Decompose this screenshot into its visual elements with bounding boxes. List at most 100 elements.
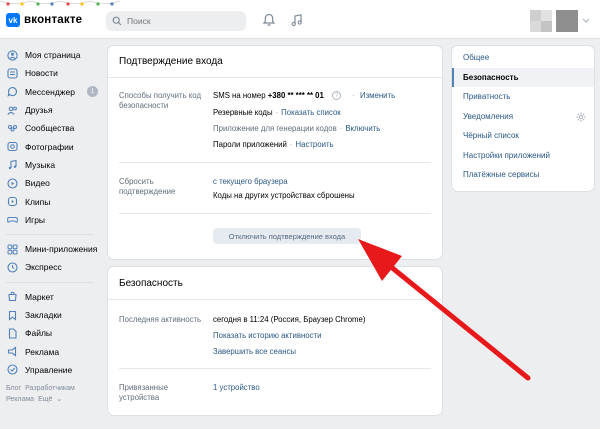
blurred-profile-image <box>530 10 552 32</box>
sms-row: SMS на номер +380 ** *** ** 01 ? · Измен… <box>213 91 395 101</box>
footer-link-ads[interactable]: Реклама <box>6 396 34 403</box>
sidebar-footer: Блог Разработчикам Реклама Ещё ⌄ <box>6 383 98 405</box>
sidebar-item-label: Реклама <box>25 346 60 357</box>
user-circle-icon <box>6 49 18 61</box>
gear-icon[interactable] <box>576 112 586 122</box>
card-divider <box>108 77 442 78</box>
sidebar-item-label: Фотографии <box>25 141 74 152</box>
show-list-link[interactable]: Показать список <box>281 108 341 117</box>
card-title: Безопасность <box>119 278 183 289</box>
settings-tab-notifications[interactable]: Уведомления <box>452 107 594 127</box>
settings-tab-privacy[interactable]: Приватность <box>452 87 594 107</box>
video-icon <box>6 177 18 189</box>
settings-tab-general[interactable]: Общее <box>452 48 594 68</box>
dot-separator: · <box>275 108 279 117</box>
sidebar-item-label: Сообщества <box>25 123 75 134</box>
disable-login-confirm-button[interactable]: Отключить подтверждение входа <box>213 228 361 244</box>
codes-reset-row: Коды на других устройствах сброшены <box>213 191 355 201</box>
friends-icon <box>6 104 18 116</box>
app-passwords-row: Пароли приложений · Настроить <box>213 140 334 150</box>
sidebar-item-photos[interactable]: Фотографии <box>6 137 98 155</box>
sidebar-item-label: Видео <box>25 178 50 189</box>
codes-reset-text: Коды на других устройствах сброшены <box>213 191 355 200</box>
from-browser-link[interactable]: с текущего браузера <box>213 177 288 186</box>
footer-link-blog[interactable]: Блог <box>6 385 21 392</box>
security-card: Безопасность Последняя активность сегодн… <box>108 267 442 415</box>
sidebar-item-label: Экспресс <box>25 262 62 273</box>
sms-number: +380 ** *** ** 01 <box>267 91 324 100</box>
configure-link[interactable]: Настроить <box>296 140 334 149</box>
unread-badge: 1 <box>87 86 98 98</box>
sidebar-divider <box>6 281 94 283</box>
chat-icon <box>6 86 18 98</box>
express-icon <box>6 261 18 273</box>
sidebar-item-clips[interactable]: Клипы <box>6 192 98 210</box>
backup-codes-text: Резервные коды <box>213 108 273 117</box>
music-note-icon[interactable] <box>290 13 304 27</box>
clips-icon <box>6 196 18 208</box>
sidebar-item-label: Маркет <box>25 291 54 302</box>
app-codes-row: Приложение для генерации кодов · Включить <box>213 124 380 134</box>
sidebar-item-music[interactable]: Музыка <box>6 156 98 174</box>
end-sessions-link[interactable]: Завершить все сеансы <box>213 347 296 357</box>
vk-logo[interactable]: vk вконтакте <box>6 13 82 27</box>
from-browser-row: с текущего браузера <box>213 177 288 187</box>
ads-icon <box>6 346 18 358</box>
chevron-down-icon[interactable] <box>582 18 590 24</box>
sidebar-item-label: Друзья <box>25 105 53 116</box>
change-link[interactable]: Изменить <box>360 91 395 100</box>
help-icon[interactable]: ? <box>332 91 342 101</box>
search-icon <box>112 16 122 26</box>
sidebar-item-express[interactable]: Экспресс <box>6 258 98 276</box>
sidebar-item-files[interactable]: Файлы <box>6 324 98 342</box>
sidebar-item-my-page[interactable]: Моя страница <box>6 46 98 64</box>
sidebar-item-games[interactable]: Игры <box>6 211 98 229</box>
sidebar-item-bookmarks[interactable]: Закладки <box>6 306 98 324</box>
bell-icon[interactable] <box>262 13 276 27</box>
sidebar-item-groups[interactable]: Сообщества <box>6 119 98 137</box>
sidebar-item-ads[interactable]: Реклама <box>6 342 98 360</box>
sidebar-item-news[interactable]: Новости <box>6 64 98 82</box>
sidebar-item-label: Новости <box>25 68 58 79</box>
menu-item-label: Настройки приложений <box>463 150 550 160</box>
settings-tab-app-settings[interactable]: Настройки приложений <box>452 146 594 166</box>
menu-item-label: Приватность <box>463 92 511 102</box>
sidebar-item-mini-apps[interactable]: Мини-приложения <box>6 240 98 258</box>
market-icon <box>6 291 18 303</box>
card-title: Подтверждение входа <box>119 56 223 67</box>
sidebar-item-label: Мессенджер <box>25 86 75 97</box>
groups-icon <box>6 122 18 134</box>
sidebar-item-friends[interactable]: Друзья <box>6 101 98 119</box>
left-sidebar: Моя страница Новости Мессенджер 1 Друзья… <box>6 46 98 405</box>
search-input[interactable] <box>127 16 227 26</box>
sidebar-item-label: Файлы <box>25 328 53 339</box>
dot-separator: · <box>339 124 343 133</box>
devices-label: Привязанные устройства <box>119 383 169 402</box>
apps-icon <box>6 243 18 255</box>
top-header: vk вконтакте <box>0 0 600 39</box>
settings-tab-security[interactable]: Безопасность <box>452 67 594 87</box>
dot-separator: · <box>289 140 293 149</box>
sidebar-item-label: Закладки <box>25 310 62 320</box>
sidebar-item-messenger[interactable]: Мессенджер 1 <box>6 83 98 101</box>
footer-link-more[interactable]: Ещё <box>38 396 52 403</box>
sidebar-item-manage[interactable]: Управление <box>6 361 98 379</box>
sidebar-item-video[interactable]: Видео <box>6 174 98 192</box>
sidebar-item-market[interactable]: Маркет <box>6 288 98 306</box>
avatar[interactable] <box>556 10 578 32</box>
devices-link[interactable]: 1 устройство <box>213 383 260 393</box>
enable-link[interactable]: Включить <box>345 124 380 133</box>
reset-label: Сбросить подтверждение <box>119 177 176 196</box>
menu-item-label: Чёрный список <box>463 131 519 141</box>
sidebar-item-label: Управление <box>25 364 73 375</box>
sidebar-item-label: Моя страница <box>25 50 81 61</box>
footer-link-developers[interactable]: Разработчикам <box>25 385 75 392</box>
settings-tab-payments[interactable]: Платёжные сервисы <box>452 165 594 185</box>
chevron-down-icon[interactable]: ⌄ <box>56 396 62 403</box>
settings-tab-blacklist[interactable]: Чёрный список <box>452 126 594 146</box>
activity-history-link[interactable]: Показать историю активности <box>213 331 321 341</box>
row-divider <box>119 368 431 369</box>
methods-label: Способы получить код безопасности <box>119 91 202 110</box>
search-box[interactable] <box>106 11 246 31</box>
last-activity-value: сегодня в 11:24 (Россия, Браузер Chrome) <box>213 315 366 324</box>
